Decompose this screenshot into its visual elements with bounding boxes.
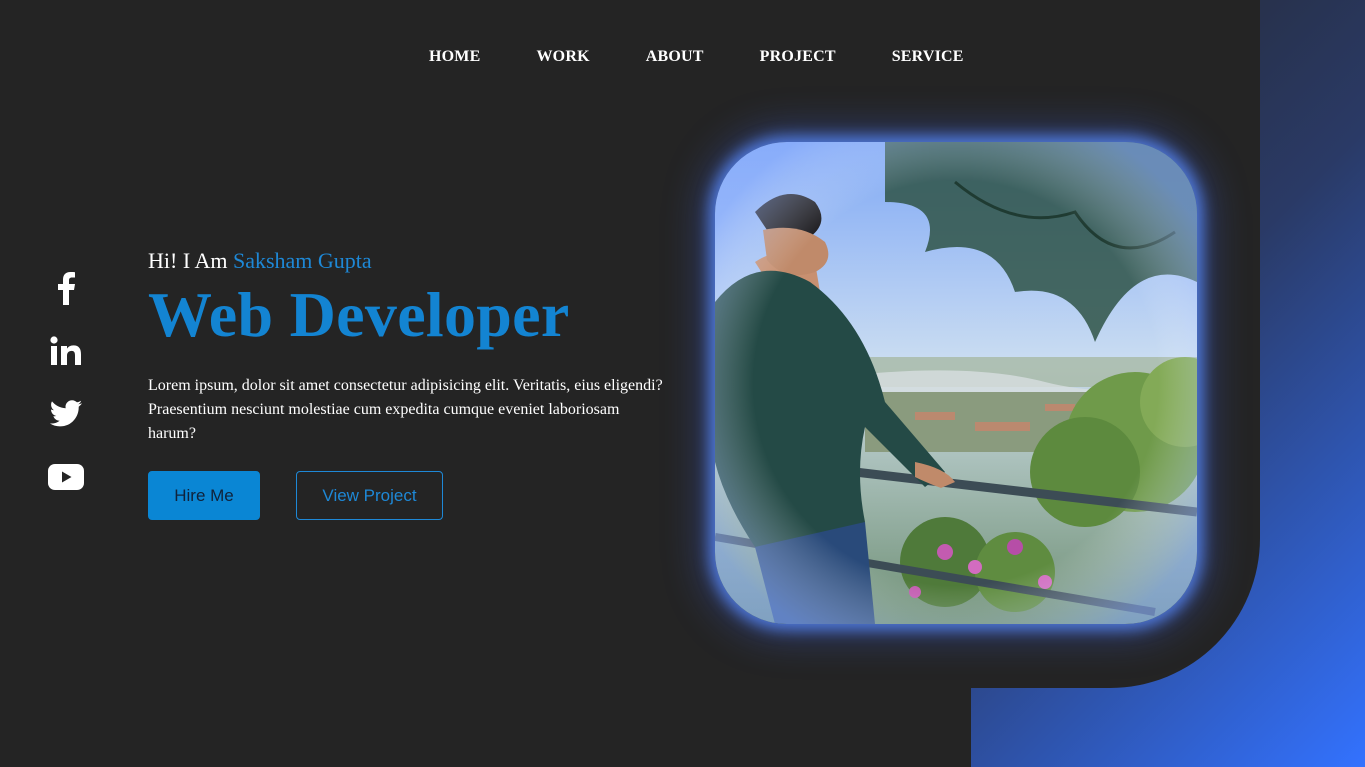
hero-description: Lorem ipsum, dolor sit amet consectetur … (148, 377, 663, 442)
nav-service-link[interactable]: SERVICE (864, 47, 992, 67)
facebook-icon[interactable] (48, 270, 84, 306)
youtube-icon[interactable] (48, 459, 84, 495)
social-links (48, 270, 84, 522)
developer-name: Saksham Gupta (232, 248, 372, 273)
hire-me-button[interactable]: Hire Me (148, 471, 260, 520)
nav-project-link[interactable]: PROJECT (732, 47, 864, 67)
hero-actions: Hire Me View Project (148, 471, 443, 520)
nav-work-link[interactable]: WORK (508, 47, 617, 67)
twitter-icon[interactable] (48, 396, 84, 432)
greeting-prefix: Hi! I Am (148, 248, 233, 273)
background-strip (0, 600, 971, 767)
hero-headline: Web Developer (148, 279, 570, 350)
hero-intro: Hi! I Am Saksham Gupta Web Developer Lor… (148, 248, 668, 446)
view-project-button[interactable]: View Project (296, 471, 443, 520)
greeting: Hi! I Am Saksham Gupta (148, 248, 668, 274)
profile-photo (715, 142, 1197, 624)
nav-home-link[interactable]: HOME (401, 47, 508, 67)
nav-about-link[interactable]: ABOUT (618, 47, 732, 67)
linkedin-icon[interactable] (48, 333, 84, 369)
